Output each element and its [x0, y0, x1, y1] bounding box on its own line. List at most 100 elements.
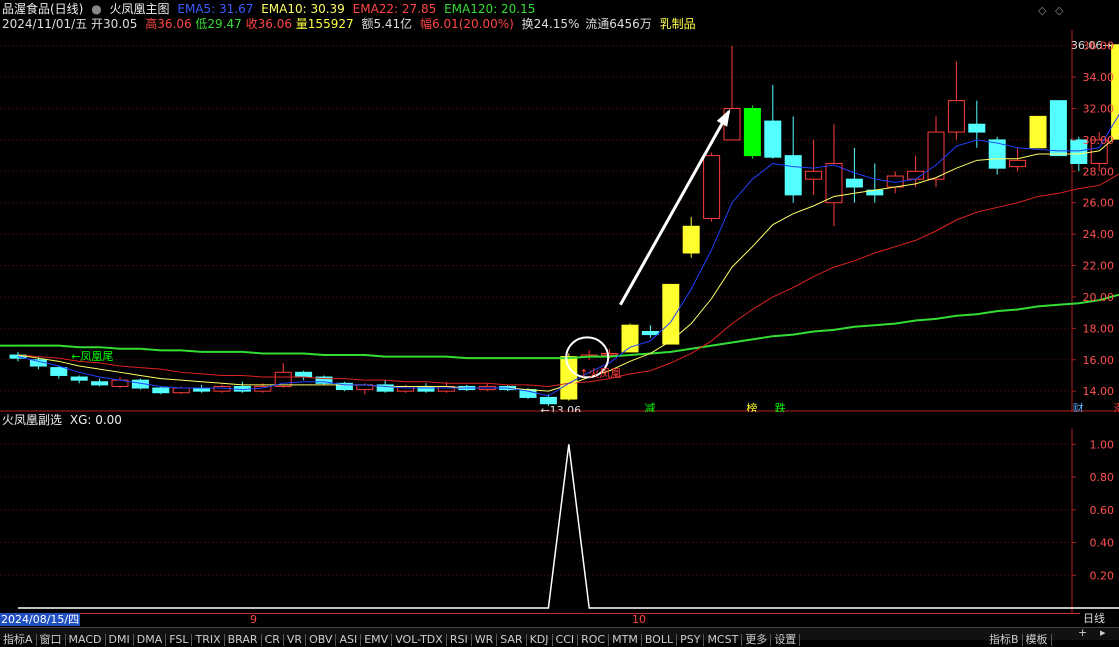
candle[interactable]	[682, 216, 700, 258]
fire-label: ↑火凤凰	[579, 367, 621, 380]
sub-y-tick-label: 1.00	[1090, 438, 1115, 451]
month-10-label: 10	[632, 613, 646, 626]
collapse-icon[interactable]: ◇	[1038, 3, 1046, 19]
candle[interactable]	[1111, 44, 1119, 148]
tab-14[interactable]: RSI	[447, 634, 472, 646]
candle[interactable]	[662, 283, 680, 345]
tab-21[interactable]: BOLL	[642, 634, 678, 646]
subchart-header: 火凤凰副选 XG: 0.00	[2, 412, 122, 428]
signal-die: 跌	[775, 401, 786, 412]
quote-change: 幅6.01(20.00%)	[420, 17, 514, 31]
expand-icon[interactable]: ◇	[1055, 3, 1063, 19]
tab-17[interactable]: KDJ	[527, 634, 553, 646]
sub-indicator-chart[interactable]: 0.20 0.40 0.60 0.80 1.00	[0, 428, 1119, 613]
signal-cai: 财	[1073, 401, 1084, 412]
ema22-value: EMA22: 27.85	[352, 2, 437, 16]
tab-24[interactable]: 更多	[742, 634, 772, 646]
sub-y-tick-label: 0.40	[1090, 537, 1115, 550]
tab-1[interactable]: 窗口	[37, 634, 66, 646]
tab-0[interactable]: 指标A	[0, 634, 37, 646]
sub-y-tick-label: 0.80	[1090, 471, 1115, 484]
y-tick-label: 26.00	[1083, 197, 1115, 210]
candle[interactable]	[91, 378, 109, 387]
y-tick-label: 22.00	[1083, 260, 1115, 273]
tab-20[interactable]: MTM	[609, 634, 642, 646]
tab-22[interactable]: PSY	[677, 634, 705, 646]
quote-open: 开30.05	[91, 17, 138, 31]
candle[interactable]	[478, 383, 496, 392]
quote-amount: 额5.41亿	[361, 17, 413, 31]
quote-float: 流通6456万	[585, 17, 652, 31]
y-tick-label: 20.00	[1083, 291, 1115, 304]
tab-12[interactable]: EMV	[361, 634, 393, 646]
low-price-label: ←13.06	[540, 404, 581, 412]
y-tick-label: 32.00	[1083, 103, 1115, 116]
signal-bang: 榜	[746, 401, 757, 412]
indicator-name[interactable]: 火凤凰主图	[110, 2, 170, 16]
candle[interactable]	[335, 381, 353, 392]
signal-jian: 减	[644, 402, 655, 412]
quote-turnover: 换24.15%	[521, 17, 580, 31]
candle[interactable]	[193, 384, 211, 393]
y-tick-label: 36.00	[1083, 40, 1115, 53]
candle[interactable]	[315, 375, 333, 385]
ema10-value: EMA10: 30.39	[261, 2, 345, 16]
sub-y-tick-label: 0.60	[1090, 504, 1115, 517]
xg-signal-line	[18, 444, 1119, 609]
tab-4[interactable]: DMA	[134, 634, 167, 646]
candle[interactable]	[152, 386, 170, 395]
candle[interactable]	[927, 116, 945, 188]
candle[interactable]	[70, 375, 88, 384]
tab-13[interactable]: VOL-TDX	[392, 634, 447, 646]
y-tick-label: 34.00	[1083, 71, 1115, 84]
tab-right-0[interactable]: 指标B	[986, 634, 1023, 646]
tab-5[interactable]: FSL	[166, 634, 193, 646]
candle[interactable]	[866, 163, 884, 203]
dot-icon: ●	[91, 2, 102, 16]
quote-date: 2024/11/01/五	[2, 17, 88, 31]
candle[interactable]	[1029, 115, 1047, 149]
tab-11[interactable]: ASI	[336, 634, 362, 646]
candle[interactable]	[1049, 100, 1067, 157]
tab-15[interactable]: WR	[472, 634, 498, 646]
candle[interactable]	[743, 105, 761, 159]
candle[interactable]	[111, 377, 129, 389]
sub-y-tick-label: 0.20	[1090, 569, 1115, 582]
candle[interactable]	[764, 84, 782, 159]
candle[interactable]	[1009, 147, 1027, 172]
tab-3[interactable]: DMI	[106, 634, 134, 646]
candle[interactable]	[295, 370, 313, 381]
quote-close: 收36.06	[245, 17, 292, 31]
tab-6[interactable]: TRIX	[192, 634, 225, 646]
main-price-chart[interactable]: ←凤凰尾↑火凤凰←13.0636.06→减榜跌财涨 14.0016.0018.0…	[0, 30, 1119, 412]
y-tick-label: 18.00	[1083, 322, 1115, 335]
tab-9[interactable]: VR	[284, 634, 307, 646]
y-tick-label: 30.00	[1083, 134, 1115, 147]
tab-23[interactable]: MCST	[704, 634, 743, 646]
tab-right-1[interactable]: 模板	[1023, 634, 1052, 646]
y-tick-label: 28.00	[1083, 165, 1115, 178]
tab-2[interactable]: MACD	[66, 634, 106, 646]
tab-7[interactable]: BRAR	[225, 634, 262, 646]
candle[interactable]	[580, 350, 598, 360]
tab-10[interactable]: OBV	[306, 634, 337, 646]
quote-sector[interactable]: 乳制品	[660, 17, 696, 31]
tab-18[interactable]: CCI	[553, 634, 579, 646]
candle[interactable]	[233, 381, 251, 393]
candle[interactable]	[784, 116, 802, 203]
tab-8[interactable]: CR	[262, 634, 284, 646]
cursor-date: 2024/08/15/四	[0, 613, 81, 626]
tail-label: ←凤凰尾	[71, 350, 113, 363]
tab-25[interactable]: 设置	[771, 634, 801, 646]
month-9-label: 9	[250, 613, 257, 626]
subchart-title[interactable]: 火凤凰副选	[2, 413, 62, 427]
ema5-value: EMA5: 31.67	[177, 2, 254, 16]
candle[interactable]	[947, 61, 965, 140]
candle[interactable]	[703, 152, 721, 222]
tab-19[interactable]: ROC	[578, 634, 610, 646]
signal-zhang: 涨	[1114, 402, 1119, 412]
candle[interactable]	[560, 353, 578, 401]
stock-title[interactable]: 品渥食品(日线)	[2, 2, 83, 16]
quote-volume: 量155927	[295, 17, 354, 31]
tab-16[interactable]: SAR	[497, 634, 527, 646]
